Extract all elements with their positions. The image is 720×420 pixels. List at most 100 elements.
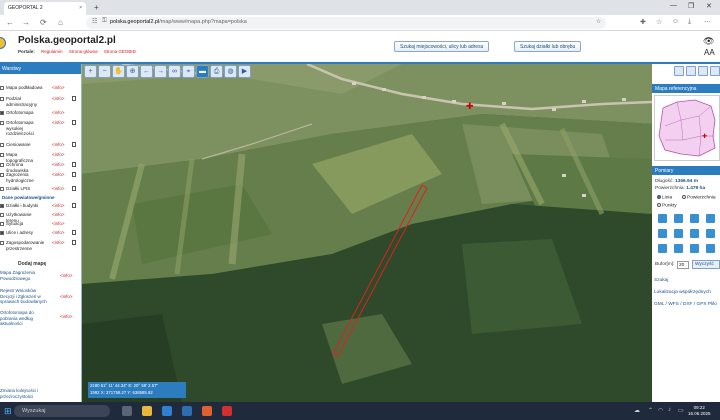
local-data-section-title[interactable]: Dane powiatowe/gminne bbox=[2, 195, 55, 200]
pan-vertex-icon[interactable] bbox=[706, 229, 715, 238]
battery-icon[interactable]: ▭ bbox=[678, 407, 684, 414]
link-regulamin[interactable]: Regulamin bbox=[41, 49, 63, 54]
layer-info-link[interactable]: <info> bbox=[52, 162, 65, 167]
folder-icon[interactable] bbox=[674, 214, 683, 223]
layer-info-link[interactable]: <info> bbox=[52, 203, 65, 208]
layer-info-link[interactable]: <info> bbox=[52, 172, 65, 177]
taskbar-search[interactable]: Wyszukaj bbox=[14, 405, 110, 417]
trash-icon[interactable] bbox=[706, 214, 715, 223]
radio-area[interactable]: Powierzchnia bbox=[682, 195, 716, 200]
search-parcel-button[interactable]: Szukaj działki lub obrębu bbox=[514, 41, 582, 52]
lock-icon[interactable]: ⚿ bbox=[102, 18, 107, 25]
url-field[interactable]: polska.geoportal2.pl/map/www/mapa.php?ma… bbox=[86, 17, 606, 29]
layer-info-link[interactable]: <info> bbox=[52, 142, 65, 147]
extra-layer-ortho-download[interactable]: Ortofotomapa do pobrania według aktualno… bbox=[0, 310, 50, 327]
back-icon[interactable]: ← bbox=[140, 65, 153, 78]
home-icon[interactable]: ⌂ bbox=[58, 18, 63, 27]
split-icon[interactable] bbox=[658, 244, 667, 253]
taskbar-clock[interactable]: 09:22 16.06.2025 bbox=[688, 405, 711, 417]
layer-checkbox[interactable] bbox=[0, 187, 4, 191]
zoom-in-icon[interactable]: + bbox=[84, 65, 97, 78]
font-size-icon[interactable]: AA bbox=[704, 48, 715, 57]
snap-icon[interactable] bbox=[690, 244, 699, 253]
extra-info-link[interactable]: <info> bbox=[60, 294, 73, 299]
layer-checkbox[interactable] bbox=[0, 173, 4, 177]
browser-tab[interactable]: GEOPORTAL 2 × bbox=[4, 2, 86, 15]
layer-checkbox[interactable] bbox=[0, 163, 4, 167]
download-icon[interactable]: ⤓ bbox=[688, 18, 691, 26]
layer-checkbox[interactable] bbox=[0, 231, 4, 235]
layer-info-link[interactable]: <info> bbox=[52, 96, 65, 101]
forward-icon[interactable]: → bbox=[154, 65, 167, 78]
menu-icon[interactable]: ⋯ bbox=[704, 18, 711, 26]
layer-info-link[interactable]: <info> bbox=[52, 221, 65, 226]
merge-icon[interactable] bbox=[674, 244, 683, 253]
layer-checkbox[interactable] bbox=[0, 213, 4, 217]
clear-button[interactable]: Wyczyść bbox=[692, 260, 720, 269]
layer-checkbox[interactable] bbox=[0, 204, 4, 208]
weather-icon[interactable]: ☁ bbox=[634, 407, 640, 414]
section-coordinates[interactable]: Lokalizacja współrzędnych bbox=[654, 290, 711, 295]
volume-icon[interactable]: ♪ bbox=[668, 407, 671, 413]
section-files[interactable]: GML / WFS / DXF / GPX Pliki bbox=[654, 302, 718, 308]
layer-checkbox[interactable] bbox=[0, 222, 4, 226]
layout-icon[interactable] bbox=[674, 66, 684, 76]
layer-checkbox[interactable] bbox=[0, 97, 4, 101]
new-tab-button[interactable]: + bbox=[94, 3, 99, 12]
close-window-icon[interactable]: ✕ bbox=[706, 2, 712, 10]
document-icon[interactable] bbox=[72, 96, 76, 101]
profile-icon[interactable]: ☺ bbox=[672, 18, 679, 25]
windows-start-icon[interactable]: ⊞ bbox=[4, 406, 12, 417]
link-home[interactable]: Strona główna bbox=[69, 49, 98, 54]
extra-info-link[interactable]: <info> bbox=[60, 273, 73, 278]
edge-icon[interactable] bbox=[162, 406, 172, 416]
eye-icon[interactable]: 👁 bbox=[703, 36, 714, 47]
extra-info-link[interactable]: <info> bbox=[60, 314, 73, 319]
export-icon[interactable] bbox=[690, 214, 699, 223]
layer-order-link[interactable]: Zmiana kolejności i przezroczystości bbox=[0, 388, 60, 399]
layer-info-link[interactable]: <info> bbox=[52, 212, 65, 217]
app-icon[interactable] bbox=[222, 406, 232, 416]
back-arrow-icon[interactable]: ← bbox=[6, 18, 14, 27]
map-canvas[interactable]: ✚ bbox=[82, 64, 652, 402]
link-geobid[interactable]: Strona GEOBID bbox=[104, 49, 136, 54]
document-icon[interactable] bbox=[72, 203, 76, 208]
layer-info-link[interactable]: <info> bbox=[52, 110, 65, 115]
remove-vertex-icon[interactable] bbox=[690, 229, 699, 238]
tray-chevron-icon[interactable]: ⌃ bbox=[648, 407, 653, 414]
add-vertex-icon[interactable] bbox=[674, 229, 683, 238]
document-icon[interactable] bbox=[72, 186, 76, 191]
radio-line[interactable]: Linia bbox=[657, 195, 672, 200]
extra-layer-flood[interactable]: Mapa Zagrożenia Powodziowego bbox=[0, 270, 50, 281]
close-tab-icon[interactable]: × bbox=[79, 5, 82, 11]
reload-icon[interactable]: ⟳ bbox=[40, 18, 47, 27]
document-icon[interactable] bbox=[72, 142, 76, 147]
layer-checkbox[interactable] bbox=[0, 111, 4, 115]
lock-document-icon[interactable] bbox=[72, 230, 76, 235]
document-icon[interactable] bbox=[72, 162, 76, 167]
layout-icon[interactable] bbox=[710, 66, 720, 76]
layer-info-link[interactable]: <info> bbox=[52, 240, 65, 245]
print-icon[interactable]: ⎙ bbox=[210, 65, 223, 78]
globe-icon[interactable]: ◍ bbox=[224, 65, 237, 78]
minimize-icon[interactable]: — bbox=[670, 2, 677, 9]
add-map-label[interactable]: Dodaj mapę bbox=[18, 261, 46, 267]
document-icon[interactable] bbox=[72, 172, 76, 177]
store-icon[interactable] bbox=[182, 406, 192, 416]
layer-info-link[interactable]: <info> bbox=[52, 85, 65, 90]
layout-icon[interactable] bbox=[698, 66, 708, 76]
overview-map-header[interactable]: Mapa referencyjna bbox=[652, 84, 720, 93]
search-address-button[interactable]: Szukaj miejscowości, ulicy lub adresu bbox=[394, 41, 490, 52]
site-info-icon[interactable]: ☷ bbox=[92, 18, 97, 25]
maximize-icon[interactable]: ❐ bbox=[688, 2, 694, 10]
task-view-icon[interactable] bbox=[122, 406, 132, 416]
zoom-out-icon[interactable]: − bbox=[98, 65, 111, 78]
measure-icon[interactable]: ⌖ bbox=[182, 65, 195, 78]
video-icon[interactable]: ▶ bbox=[238, 65, 251, 78]
forward-arrow-icon[interactable]: → bbox=[22, 18, 30, 27]
layer-checkbox[interactable] bbox=[0, 153, 4, 157]
zoom-extent-icon[interactable]: ⊕ bbox=[126, 65, 139, 78]
buffer-icon[interactable] bbox=[706, 244, 715, 253]
measure-header[interactable]: Pomiary bbox=[652, 166, 720, 175]
document-icon[interactable] bbox=[72, 120, 76, 125]
